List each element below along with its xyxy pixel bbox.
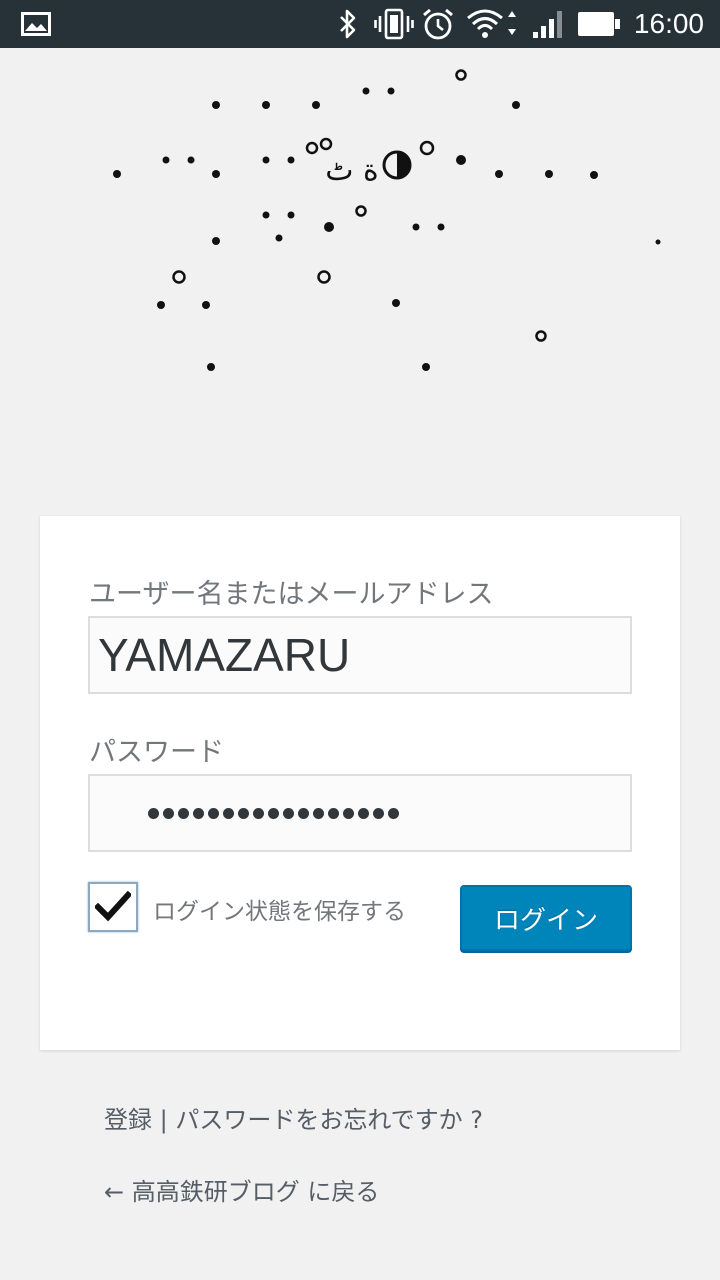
password-dot [298,807,309,819]
remember-me-label: ログイン状態を保存する [153,899,406,925]
password-dot [268,807,279,819]
password-dot [193,807,204,819]
back-to-blog: ← 高高鉄研ブログ に戻る [104,1172,379,1207]
password-dot [208,807,219,819]
password-label: パスワード [89,737,224,768]
battery-icon [576,0,622,48]
alarm-icon [420,0,456,48]
nav-links: 登録 | パスワードをお忘れですか ? [104,1100,483,1135]
wifi-icon [466,0,520,48]
password-dot [343,807,354,819]
password-dot [283,807,294,819]
checkmark-icon [95,891,131,922]
status-bar: 16:00 [0,0,720,48]
password-dot [163,807,174,819]
password-dot [238,807,249,819]
bluetooth-icon [334,0,362,48]
login-button[interactable]: ログイン [460,885,632,951]
site-logo: ة ٹ [0,48,720,468]
password-dot [148,807,159,819]
password-dot [388,807,399,819]
password-dot [253,807,264,819]
password-dot [223,807,234,819]
link-separator: | [152,1106,176,1134]
remember-me-checkbox[interactable] [88,882,138,932]
login-form: ユーザー名またはメールアドレス パスワード ログイン状態を保存する ログイン [40,516,680,1050]
dotted-logo-icon: ة ٹ [113,69,661,371]
lost-password-link[interactable]: パスワードをお忘れですか ? [175,1106,483,1134]
image-icon [20,0,52,48]
signal-icon [530,0,566,48]
password-dot [328,807,339,819]
password-dot [373,807,384,819]
vibrate-icon [374,0,414,48]
password-dot [178,807,189,819]
register-link[interactable]: 登録 [104,1106,152,1134]
password-input[interactable] [88,774,632,852]
password-dot [358,807,369,819]
logo-glyph: ة ٹ [325,153,379,188]
clock-time: 16:00 [633,8,704,39]
username-input[interactable] [88,616,632,694]
username-label: ユーザー名またはメールアドレス [89,579,494,610]
password-dot [313,807,324,819]
password-mask [148,776,399,850]
back-to-blog-link[interactable]: ← 高高鉄研ブログ に戻る [104,1178,379,1206]
